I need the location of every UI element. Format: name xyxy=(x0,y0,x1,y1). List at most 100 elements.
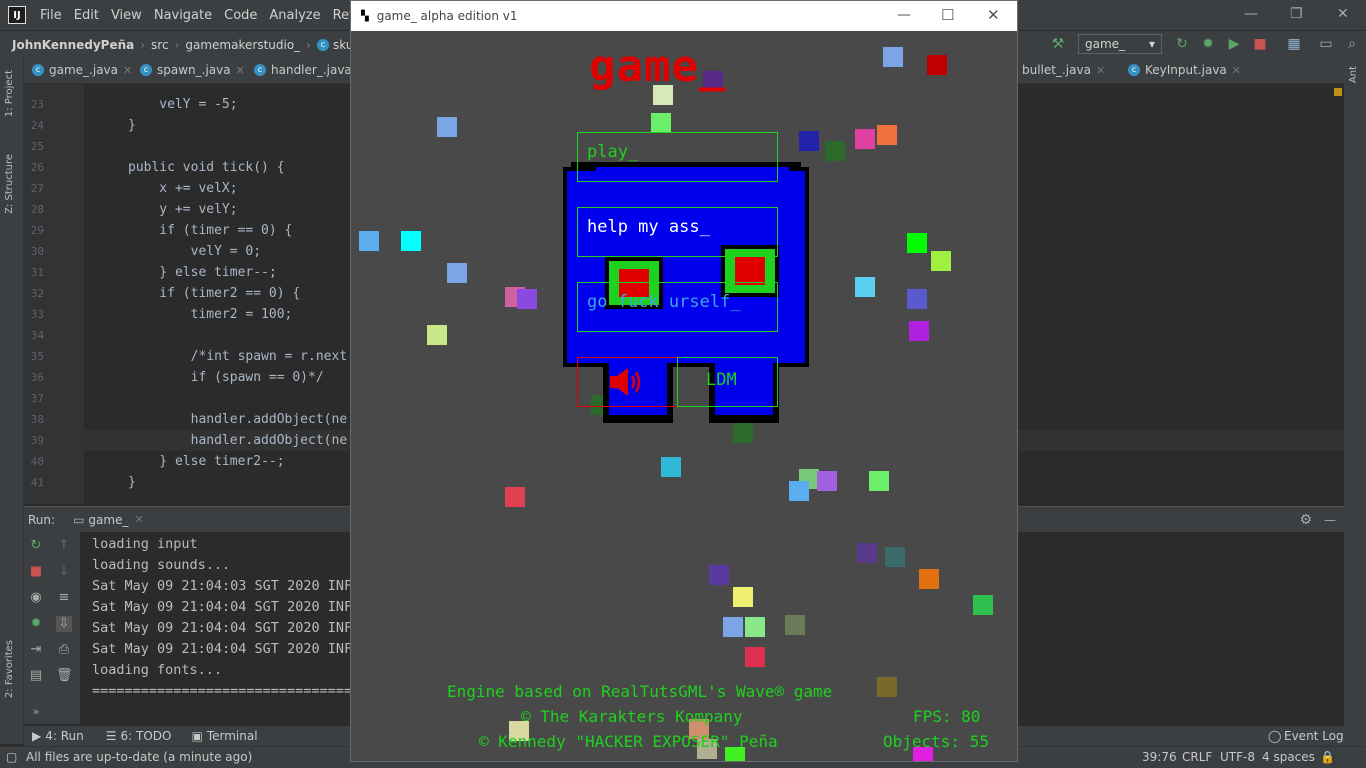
breadcrumb-package[interactable]: gamemakerstudio_ xyxy=(185,38,300,52)
help-button[interactable]: help my ass_ xyxy=(577,207,778,257)
play-button[interactable]: play_ xyxy=(577,132,778,182)
tab-label: game_.java xyxy=(49,63,118,77)
rerun-icon[interactable]: ↻ xyxy=(28,538,44,554)
build-hammer-icon[interactable]: ⚒ xyxy=(1050,36,1066,52)
exit-icon[interactable]: ⇥ xyxy=(28,642,44,658)
speaker-icon xyxy=(610,368,641,396)
menu-analyze[interactable]: Analyze xyxy=(263,8,326,23)
run-tool-icon: ▶ xyxy=(32,729,42,743)
stop-icon[interactable]: ■ xyxy=(28,564,44,580)
trash-icon[interactable]: 🗑 xyxy=(56,668,73,684)
run-tab[interactable]: game_ xyxy=(88,513,128,527)
particle-square xyxy=(907,233,927,253)
console-line: ================================== xyxy=(92,683,369,699)
game-window[interactable]: ▚ game_ alpha edition v1 — ☐ ✕ game_ pla… xyxy=(350,0,1018,762)
tab-bullet-java[interactable]: bullet_.java ✕ xyxy=(1022,63,1105,77)
arrow-down-icon[interactable]: ↓ xyxy=(56,564,72,580)
favorites-tool-button[interactable]: 2: Favorites xyxy=(4,640,15,698)
particle-square xyxy=(799,131,819,151)
line-number: 27 xyxy=(30,182,44,195)
caret-position[interactable]: 39:76 xyxy=(1142,750,1177,764)
tab-terminal[interactable]: Terminal xyxy=(207,729,258,743)
game-minimize-button[interactable]: — xyxy=(897,7,911,23)
breadcrumb-separator-icon: › xyxy=(306,37,311,52)
layout-icon[interactable]: ▭ xyxy=(1318,36,1334,52)
structure-tool-button[interactable]: Z: Structure xyxy=(4,154,15,214)
tab-label: spawn_.java xyxy=(157,63,231,77)
ldm-button[interactable]: LDM xyxy=(677,357,778,407)
minimize-panel-icon[interactable]: — xyxy=(1324,513,1336,527)
arrow-up-icon[interactable]: ↑ xyxy=(56,538,72,554)
menu-code[interactable]: Code xyxy=(218,8,263,23)
soft-wrap-icon[interactable]: ≡ xyxy=(56,590,72,606)
close-icon[interactable]: ✕ xyxy=(123,64,132,77)
menu-view[interactable]: View xyxy=(105,8,148,23)
search-icon[interactable]: ⌕ xyxy=(1344,36,1360,52)
console-line: loading fonts... xyxy=(92,662,223,678)
camera-icon[interactable]: ◉ xyxy=(28,590,44,606)
run-toolbar: ↻ ↑ ■ ↓ ◉ ≡ ✹ ⇩ ⇥ ⎙ ▤ 🗑 » xyxy=(24,532,80,724)
more-icon[interactable]: » xyxy=(28,704,44,720)
rerun-icon[interactable]: ↻ xyxy=(1174,36,1190,52)
gear-icon[interactable]: ⚙ xyxy=(1299,512,1312,528)
menu-edit[interactable]: Edit xyxy=(68,8,105,23)
layout-icon[interactable]: ▤ xyxy=(28,668,44,684)
code-line: } else timer--; xyxy=(128,265,277,280)
close-icon[interactable]: ✕ xyxy=(134,513,143,526)
scroll-to-end-icon[interactable]: ⇩ xyxy=(56,616,72,632)
code-line: } else timer2--; xyxy=(128,454,285,469)
game-maximize-button[interactable]: ☐ xyxy=(941,6,954,24)
tab-keyinput-java[interactable]: c KeyInput.java ✕ xyxy=(1128,63,1241,77)
status-window-icon[interactable]: ▢ xyxy=(6,750,17,764)
close-icon[interactable]: ✕ xyxy=(1096,64,1105,77)
particle-square xyxy=(745,617,765,637)
event-log-button[interactable]: Event Log xyxy=(1284,729,1344,743)
tab-run[interactable]: 4: Run xyxy=(45,729,84,743)
credits-company: © The Karakters Kompany xyxy=(521,707,743,726)
tab-game-java[interactable]: c game_.java ✕ xyxy=(32,63,132,77)
print-icon[interactable]: ⎙ xyxy=(56,642,72,658)
code-line: /*int spawn = r.next xyxy=(128,349,348,364)
menu-file[interactable]: File xyxy=(34,8,68,23)
ide-minimize-button[interactable]: — xyxy=(1244,6,1258,22)
lock-icon[interactable]: 🔒 xyxy=(1320,750,1335,764)
particle-square xyxy=(661,457,681,477)
ide-restore-button[interactable]: ❐ xyxy=(1290,6,1303,22)
file-encoding[interactable]: UTF-8 xyxy=(1220,750,1255,764)
breadcrumb-src[interactable]: src xyxy=(151,38,169,52)
warning-marker-icon[interactable] xyxy=(1334,88,1342,96)
sound-toggle-button[interactable] xyxy=(577,357,678,407)
run-config-select[interactable]: game_ ▾ xyxy=(1078,34,1162,54)
line-separator[interactable]: CRLF xyxy=(1182,750,1212,764)
breadcrumb-project[interactable]: JohnKennedyPeña xyxy=(12,38,134,52)
game-canvas[interactable]: game_ play_ help my ass_ go fuck urself_… xyxy=(351,31,1017,761)
close-icon[interactable]: ✕ xyxy=(1232,64,1241,77)
debug-icon[interactable]: ✹ xyxy=(28,616,44,632)
tab-todo[interactable]: 6: TODO xyxy=(121,729,172,743)
console-line: Sat May 09 21:04:04 SGT 2020 INF xyxy=(92,620,353,636)
code-line: y += velY; xyxy=(128,202,238,217)
project-tool-button[interactable]: 1: Project xyxy=(4,70,15,117)
fps-counter: FPS: 80 xyxy=(913,707,981,726)
particle-square xyxy=(919,569,939,589)
menu-navigate[interactable]: Navigate xyxy=(148,8,218,23)
console-line: loading sounds... xyxy=(92,557,231,573)
game-close-button[interactable]: ✕ xyxy=(987,6,1000,24)
line-number: 23 xyxy=(30,98,44,111)
run-tab-icon: ▭ xyxy=(73,512,85,527)
ide-close-button[interactable]: ✕ xyxy=(1337,6,1349,22)
particle-square xyxy=(733,423,753,443)
coverage-icon[interactable]: ▶ xyxy=(1226,36,1242,52)
class-icon: c xyxy=(32,64,44,76)
close-icon[interactable]: ✕ xyxy=(236,64,245,77)
particle-square xyxy=(817,471,837,491)
tab-spawn-java[interactable]: c spawn_.java ✕ xyxy=(140,63,245,77)
debug-bug-icon[interactable]: ✹ xyxy=(1200,36,1216,52)
ant-tool-button[interactable]: Ant xyxy=(1348,66,1359,83)
tab-handler-java[interactable]: c handler_.java xyxy=(254,63,352,77)
project-structure-icon[interactable]: ▦ xyxy=(1286,36,1302,52)
indent-setting[interactable]: 4 spaces xyxy=(1262,750,1315,764)
stop-icon[interactable]: ■ xyxy=(1252,36,1268,52)
particle-square xyxy=(825,141,845,161)
quit-button[interactable]: go fuck urself_ xyxy=(577,282,778,332)
